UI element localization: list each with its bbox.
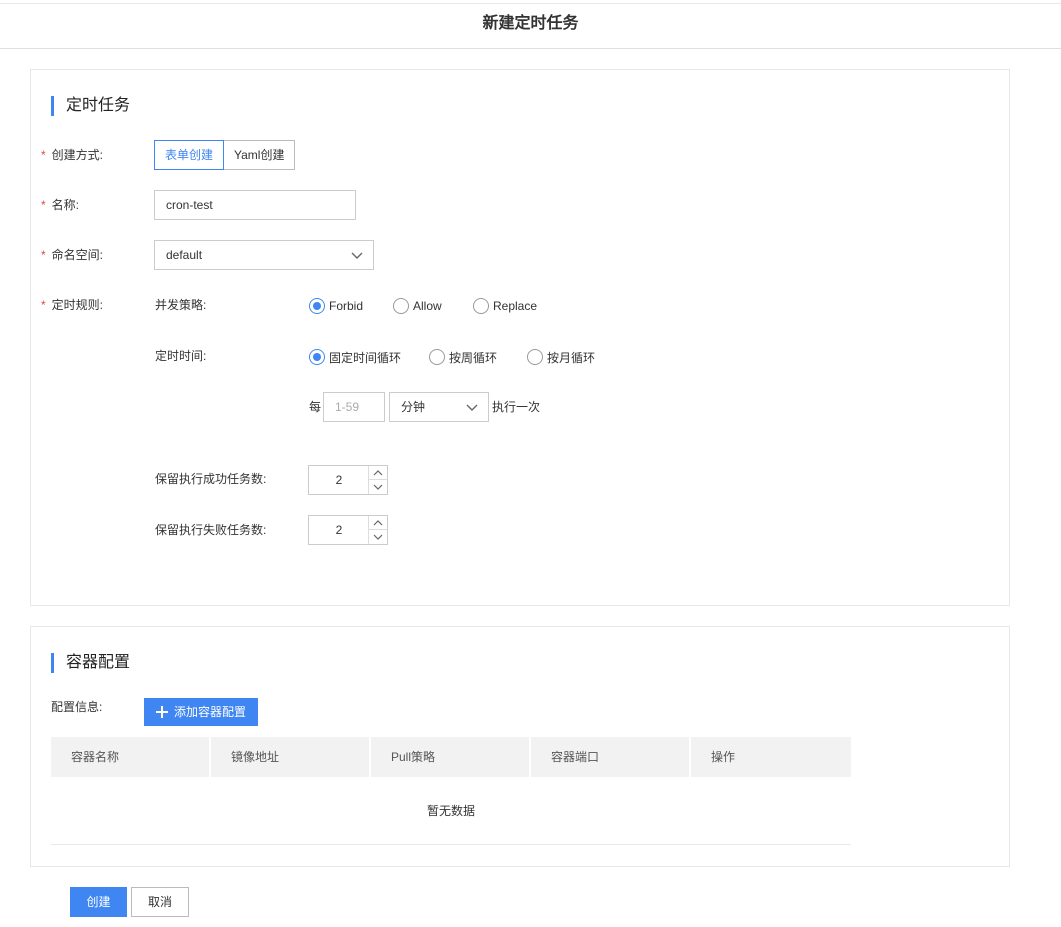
increment-button[interactable] (369, 466, 387, 480)
timing-label: 定时时间: (155, 349, 207, 363)
create-mode-label: * 创建方式: (41, 147, 103, 163)
radio-fixed-interval-label: 固定时间循环 (329, 350, 402, 365)
chevron-down-icon (373, 534, 383, 540)
every-prefix: 每 (309, 400, 322, 414)
table-header: 容器名称 镜像地址 Pull策略 容器端口 操作 (51, 737, 851, 777)
container-config-panel: 容器配置 配置信息: 添加容器配置 容器名称 镜像地址 Pull策略 容器端口 … (30, 626, 1010, 867)
radio-forbid[interactable]: Forbid (309, 298, 363, 314)
radio-monthly[interactable]: 按月循环 (527, 349, 595, 365)
decrement-button[interactable] (369, 530, 387, 544)
namespace-select[interactable]: default (154, 240, 374, 270)
interval-unit-value: 分钟 (401, 400, 426, 414)
radio-unchecked-icon (527, 349, 543, 365)
name-label: * 名称: (41, 197, 79, 213)
column-header-image: 镜像地址 (211, 737, 371, 777)
schedule-rule-label: * 定时规则: (41, 297, 103, 313)
chevron-down-icon (373, 484, 383, 490)
required-mark: * (41, 198, 46, 212)
chevron-up-icon (373, 469, 383, 475)
section-title-container: 容器配置 (51, 653, 130, 673)
radio-checked-icon (309, 349, 325, 365)
radio-unchecked-icon (429, 349, 445, 365)
cron-job-panel: 定时任务 * 创建方式: 表单创建 Yaml创建 * 名称: cron-test *… (30, 69, 1010, 606)
radio-weekly-label: 按周循环 (449, 350, 498, 365)
section-title-cron: 定时任务 (51, 96, 130, 116)
success-history-label: 保留执行成功任务数: (155, 472, 267, 486)
cancel-button[interactable]: 取消 (131, 887, 189, 917)
add-container-config-label: 添加容器配置 (174, 705, 247, 719)
name-input[interactable]: cron-test (154, 190, 356, 220)
failed-history-stepper[interactable]: 2 (308, 515, 388, 545)
failed-history-label: 保留执行失败任务数: (155, 523, 267, 537)
chevron-up-icon (373, 519, 383, 525)
failed-history-value[interactable]: 2 (309, 516, 369, 544)
success-history-value[interactable]: 2 (309, 466, 369, 494)
radio-checked-icon (309, 298, 325, 314)
required-mark: * (41, 298, 46, 312)
every-suffix: 执行一次 (492, 400, 541, 414)
radio-unchecked-icon (393, 298, 409, 314)
concurrency-label: 并发策略: (155, 298, 207, 312)
namespace-label: * 命名空间: (41, 247, 103, 263)
radio-replace-label: Replace (493, 299, 538, 313)
config-info-label: 配置信息: (51, 700, 103, 714)
chevron-down-icon (351, 252, 363, 259)
table-empty-text: 暂无数据 (51, 777, 851, 845)
radio-fixed-interval[interactable]: 固定时间循环 (309, 349, 401, 365)
create-button[interactable]: 创建 (70, 887, 127, 917)
radio-forbid-label: Forbid (329, 299, 364, 313)
chevron-down-icon (466, 404, 478, 411)
namespace-label-text: 命名空间: (51, 248, 104, 262)
radio-unchecked-icon (473, 298, 489, 314)
stepper-arrows (368, 516, 387, 544)
add-container-config-button[interactable]: 添加容器配置 (144, 698, 259, 726)
radio-replace[interactable]: Replace (473, 298, 537, 314)
success-history-stepper[interactable]: 2 (308, 465, 388, 495)
plus-icon (156, 706, 168, 718)
container-table: 容器名称 镜像地址 Pull策略 容器端口 操作 暂无数据 (51, 737, 851, 845)
create-mode-toggle: 表单创建 Yaml创建 (154, 140, 296, 170)
interval-input[interactable]: 1-59 (323, 392, 385, 422)
radio-monthly-label: 按月循环 (547, 350, 596, 365)
column-header-pull-policy: Pull策略 (371, 737, 531, 777)
required-mark: * (41, 148, 46, 162)
page-title: 新建定时任务 (0, 3, 1061, 49)
decrement-button[interactable] (369, 480, 387, 494)
radio-weekly[interactable]: 按周循环 (429, 349, 497, 365)
column-header-container-name: 容器名称 (51, 737, 211, 777)
name-label-text: 名称: (51, 198, 80, 212)
required-mark: * (41, 248, 46, 262)
namespace-value: default (166, 248, 203, 262)
create-mode-label-text: 创建方式: (51, 148, 104, 162)
radio-allow-label: Allow (413, 299, 442, 313)
radio-allow[interactable]: Allow (393, 298, 442, 314)
yaml-create-button[interactable]: Yaml创建 (224, 140, 296, 170)
interval-unit-select[interactable]: 分钟 (389, 392, 489, 422)
form-create-button[interactable]: 表单创建 (154, 140, 225, 170)
increment-button[interactable] (369, 516, 387, 530)
stepper-arrows (368, 466, 387, 494)
column-header-port: 容器端口 (531, 737, 691, 777)
schedule-rule-label-text: 定时规则: (51, 298, 104, 312)
column-header-actions: 操作 (711, 750, 736, 764)
